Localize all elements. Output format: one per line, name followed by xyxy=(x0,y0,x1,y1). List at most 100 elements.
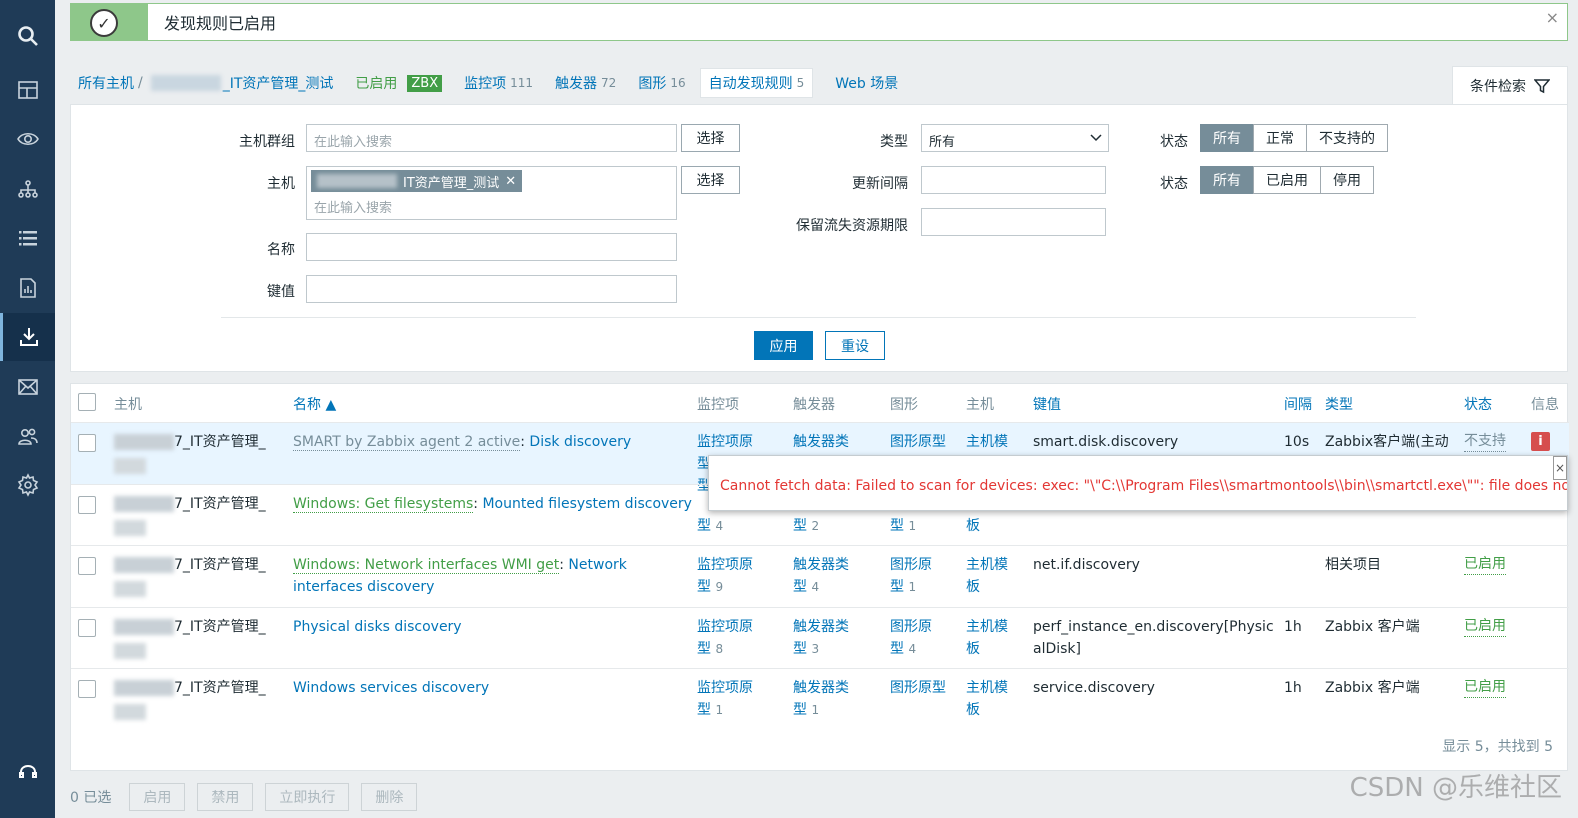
redacted-host-line2 xyxy=(114,458,146,474)
reports-icon[interactable] xyxy=(0,264,55,312)
header-type[interactable]: 类型 xyxy=(1325,394,1353,414)
hostgroup-input[interactable]: 在此输入搜索 xyxy=(306,124,677,152)
status-label: 状态 xyxy=(1160,176,1188,192)
trigger-prototypes-link[interactable]: 型 2 xyxy=(793,515,819,537)
header-interval[interactable]: 间隔 xyxy=(1284,394,1312,414)
users-icon[interactable] xyxy=(0,412,55,460)
state-option-unsupported[interactable]: 不支持的 xyxy=(1306,124,1388,152)
template-link[interactable]: Windows: Get filesystems xyxy=(293,496,474,513)
row-status[interactable]: 不支持 xyxy=(1464,431,1506,452)
tooltip-close-icon[interactable]: × xyxy=(1553,456,1567,480)
status-option-all[interactable]: 所有 xyxy=(1200,166,1254,194)
delete-button[interactable]: 删除 xyxy=(361,783,418,811)
row-host[interactable]: 7_IT资产管理_ xyxy=(114,616,284,659)
dashboard-icon[interactable] xyxy=(0,66,55,114)
execute-now-button[interactable]: 立即执行 xyxy=(265,783,350,811)
alerts-mail-icon[interactable] xyxy=(0,363,55,411)
template-link[interactable]: SMART by Zabbix agent 2 active xyxy=(293,434,521,451)
graph-prototypes-link[interactable]: 图形原型 4 xyxy=(890,616,932,660)
row-checkbox[interactable] xyxy=(78,496,96,514)
host-select-button[interactable]: 选择 xyxy=(681,166,740,194)
host-prototypes-link[interactable]: 主机模板 xyxy=(966,616,1008,660)
select-all-checkbox[interactable] xyxy=(78,393,96,411)
row-host[interactable]: 7_IT资产管理_ xyxy=(114,677,284,720)
hostgroup-select-button[interactable]: 选择 xyxy=(681,124,740,152)
host-status-enabled[interactable]: 已启用 xyxy=(355,73,397,93)
support-headset-icon[interactable] xyxy=(0,748,55,796)
keep-lost-input[interactable] xyxy=(921,208,1106,236)
item-prototypes-link[interactable]: 型 4 xyxy=(697,515,723,537)
host-prototypes-link[interactable]: 主机模板 xyxy=(966,677,1008,721)
item-prototypes-link[interactable]: 监控项原型 8 xyxy=(697,616,753,660)
row-host[interactable]: 7_IT资产管理_ xyxy=(114,554,284,597)
graph-prototypes-link[interactable]: 图形原型 1 xyxy=(890,554,932,598)
error-info-icon[interactable]: i xyxy=(1531,432,1550,451)
key-label: 键值 xyxy=(267,284,295,300)
search-icon[interactable] xyxy=(0,12,55,60)
tab-items[interactable]: 监控项 111 xyxy=(464,73,533,93)
apply-button[interactable]: 应用 xyxy=(754,331,813,360)
row-host[interactable]: 7_IT资产管理_ xyxy=(114,493,284,536)
row-status[interactable]: 已启用 xyxy=(1464,554,1506,575)
template-link[interactable]: Windows: Network interfaces WMI get xyxy=(293,557,560,574)
trigger-prototypes-link[interactable]: 触发器类 xyxy=(793,431,849,453)
trigger-prototypes-link[interactable]: 触发器类型 1 xyxy=(793,677,849,721)
close-icon[interactable]: × xyxy=(1546,8,1559,27)
trigger-prototypes-link[interactable]: 触发器类型 4 xyxy=(793,554,849,598)
item-prototypes-link[interactable]: 监控项原型 1 xyxy=(697,677,753,721)
trigger-prototypes-link[interactable]: 触发器类型 3 xyxy=(793,616,849,660)
rule-name-link[interactable]: Mounted filesystem discovery xyxy=(482,496,692,512)
row-key: net.if.discovery xyxy=(1033,557,1140,573)
row-checkbox[interactable] xyxy=(78,557,96,575)
row-host[interactable]: 7_IT资产管理_ xyxy=(114,431,284,474)
tab-triggers[interactable]: 触发器 72 xyxy=(555,73,616,93)
state-option-all[interactable]: 所有 xyxy=(1200,124,1254,152)
reset-button[interactable]: 重设 xyxy=(825,331,885,360)
filter-tab[interactable]: 条件检索 xyxy=(1452,66,1568,104)
header-key[interactable]: 键值 xyxy=(1033,394,1061,414)
row-status[interactable]: 已启用 xyxy=(1464,616,1506,637)
state-option-normal[interactable]: 正常 xyxy=(1253,124,1307,152)
list-icon[interactable] xyxy=(0,214,55,262)
graph-prototypes-link[interactable]: 图形原型 xyxy=(890,677,946,699)
rule-name-link[interactable]: Physical disks discovery xyxy=(293,616,462,638)
type-select[interactable]: 所有 xyxy=(921,124,1109,152)
settings-gear-icon[interactable] xyxy=(0,461,55,509)
inventory-tree-icon[interactable] xyxy=(0,165,55,213)
rule-name-link[interactable]: Disk discovery xyxy=(529,434,631,450)
rule-name-link[interactable]: Windows services discovery xyxy=(293,677,489,699)
host-search-placeholder[interactable]: 在此输入搜索 xyxy=(314,197,392,216)
status-option-disabled[interactable]: 停用 xyxy=(1320,166,1374,194)
host-tag: IT资产管理_测试 ✕ xyxy=(311,170,523,192)
host-prototypes-link[interactable]: 板 xyxy=(966,515,980,537)
row-checkbox[interactable] xyxy=(78,619,96,637)
tab-discovery-rules[interactable]: 自动发现规则 5 xyxy=(699,68,814,98)
interval-input[interactable] xyxy=(921,166,1106,194)
monitoring-eye-icon[interactable] xyxy=(0,115,55,163)
status-option-enabled[interactable]: 已启用 xyxy=(1253,166,1321,194)
host-prototypes-link[interactable]: 主机模板 xyxy=(966,554,1008,598)
host-multiselect[interactable]: IT资产管理_测试 ✕ 在此输入搜索 xyxy=(306,166,677,220)
disable-button[interactable]: 禁用 xyxy=(197,783,254,811)
row-key: smart.disk.discovery xyxy=(1033,434,1179,450)
tab-web-scenarios[interactable]: Web 场景 xyxy=(835,73,898,93)
row-status[interactable]: 已启用 xyxy=(1464,677,1506,698)
header-name[interactable]: 名称 ▲ xyxy=(293,394,336,414)
graph-prototypes-link[interactable]: 型 1 xyxy=(890,515,916,537)
header-status[interactable]: 状态 xyxy=(1464,394,1492,414)
name-input[interactable] xyxy=(306,233,677,261)
breadcrumb-host[interactable]: _IT资产管理_测试 xyxy=(149,73,333,93)
tab-graphs[interactable]: 图形 16 xyxy=(638,73,685,93)
hostgroup-label: 主机群组 xyxy=(239,134,295,150)
row-checkbox[interactable] xyxy=(78,434,96,452)
check-circle-icon: ✓ xyxy=(90,9,118,37)
remove-tag-icon[interactable]: ✕ xyxy=(505,174,516,189)
data-collection-icon[interactable] xyxy=(0,313,55,361)
host-prototypes-link[interactable]: 主机模 xyxy=(966,431,1008,453)
breadcrumb-all-hosts[interactable]: 所有主机 / xyxy=(78,73,143,93)
key-input[interactable] xyxy=(306,275,677,303)
item-prototypes-link[interactable]: 监控项原型 9 xyxy=(697,554,753,598)
graph-prototypes-link[interactable]: 图形原型 xyxy=(890,431,946,453)
row-checkbox[interactable] xyxy=(78,680,96,698)
enable-button[interactable]: 启用 xyxy=(129,783,186,811)
